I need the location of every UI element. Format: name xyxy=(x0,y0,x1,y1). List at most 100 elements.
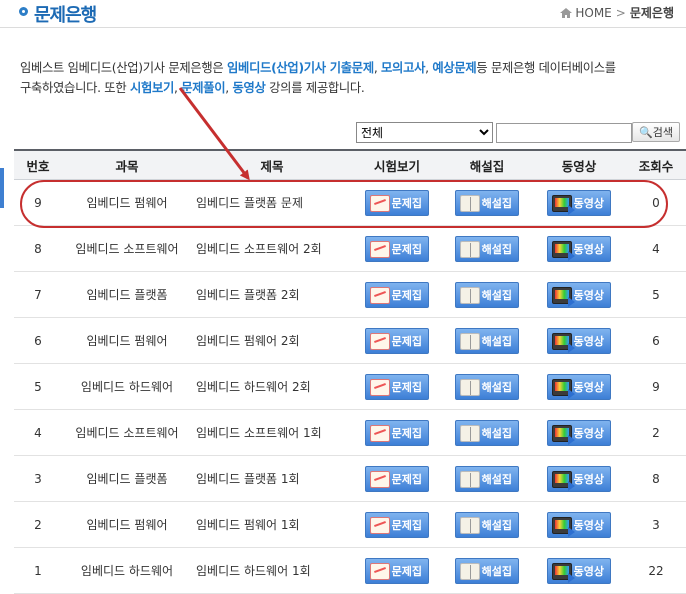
row-solution-cell: 해설집 xyxy=(442,179,532,226)
search-input[interactable] xyxy=(496,123,632,143)
row-title[interactable]: 임베디드 하드웨어 2회 xyxy=(192,363,352,410)
video-button[interactable]: 동영상 xyxy=(547,511,611,538)
row-views: 3 xyxy=(626,501,686,548)
row-views: 22 xyxy=(626,547,686,594)
row-exam-cell: 문제집 xyxy=(352,179,442,226)
row-video-cell: 동영상 xyxy=(532,547,626,594)
exam-button-label: 문제집 xyxy=(391,472,422,486)
table-row: 4 임베디드 소프트웨어 임베디드 소프트웨어 1회 문제집 해설집 동영상 2 xyxy=(14,409,686,456)
side-tab[interactable] xyxy=(0,168,4,208)
question-bank-table: 번호 과목 제목 시험보기 해설집 동영상 조회수 9 임베디드 펌웨어 임베디드 … xyxy=(14,149,686,594)
exam-button[interactable]: 문제집 xyxy=(365,327,429,354)
row-video-cell: 동영상 xyxy=(532,501,626,548)
video-button[interactable]: 동영상 xyxy=(547,281,611,308)
row-title[interactable]: 임베디드 소프트웨어 1회 xyxy=(192,409,352,456)
exam-button[interactable]: 문제집 xyxy=(365,281,429,308)
row-exam-cell: 문제집 xyxy=(352,547,442,594)
row-exam-cell: 문제집 xyxy=(352,501,442,548)
solution-button[interactable]: 해설집 xyxy=(455,327,519,354)
row-number: 2 xyxy=(14,501,62,548)
open-book-icon xyxy=(460,516,480,534)
open-book-icon xyxy=(460,332,480,350)
row-solution-cell: 해설집 xyxy=(442,501,532,548)
row-solution-cell: 해설집 xyxy=(442,317,532,364)
row-number: 7 xyxy=(14,271,62,318)
row-title[interactable]: 임베디드 펌웨어 1회 xyxy=(192,501,352,548)
video-button[interactable]: 동영상 xyxy=(547,557,611,584)
breadcrumb-home[interactable]: HOME xyxy=(575,6,611,20)
breadcrumb: HOME > 문제은행 xyxy=(560,4,674,21)
row-video-cell: 동영상 xyxy=(532,225,626,272)
row-exam-cell: 문제집 xyxy=(352,317,442,364)
circle-bullet-icon xyxy=(19,7,28,16)
home-icon xyxy=(560,8,573,18)
table-row: 7 임베디드 플랫폼 임베디드 플랫폼 2회 문제집 해설집 동영상 5 xyxy=(14,271,686,318)
intro-text-part: , xyxy=(373,61,382,75)
exam-button[interactable]: 문제집 xyxy=(365,373,429,400)
intro-text-part: 등 문제은행 데이터베이스를 xyxy=(476,61,616,75)
open-book-icon xyxy=(460,286,480,304)
solution-button[interactable]: 해설집 xyxy=(455,465,519,492)
video-button[interactable]: 동영상 xyxy=(547,327,611,354)
row-solution-cell: 해설집 xyxy=(442,409,532,456)
row-title[interactable]: 임베디드 플랫폼 2회 xyxy=(192,271,352,318)
breadcrumb-separator: > xyxy=(615,6,626,20)
header-no: 번호 xyxy=(14,149,62,180)
exam-button[interactable]: 문제집 xyxy=(365,557,429,584)
exam-button[interactable]: 문제집 xyxy=(365,465,429,492)
row-title[interactable]: 임베디드 하드웨어 1회 xyxy=(192,547,352,594)
row-video-cell: 동영상 xyxy=(532,179,626,226)
table-row: 5 임베디드 하드웨어 임베디드 하드웨어 2회 문제집 해설집 동영상 9 xyxy=(14,363,686,410)
exam-button[interactable]: 문제집 xyxy=(365,235,429,262)
exam-button[interactable]: 문제집 xyxy=(365,419,429,446)
solution-button[interactable]: 해설집 xyxy=(455,235,519,262)
row-exam-cell: 문제집 xyxy=(352,455,442,502)
row-subject: 임베디드 소프트웨어 xyxy=(62,409,192,456)
solution-button[interactable]: 해설집 xyxy=(455,281,519,308)
exam-button[interactable]: 문제집 xyxy=(365,189,429,216)
solution-button[interactable]: 해설집 xyxy=(455,511,519,538)
video-button[interactable]: 동영상 xyxy=(547,189,611,216)
row-video-cell: 동영상 xyxy=(532,317,626,364)
video-button-label: 동영상 xyxy=(573,426,604,440)
solution-button-label: 해설집 xyxy=(481,288,512,302)
solution-button[interactable]: 해설집 xyxy=(455,557,519,584)
row-title[interactable]: 임베디드 플랫폼 1회 xyxy=(192,455,352,502)
row-views: 8 xyxy=(626,455,686,502)
search-category-select[interactable]: 전체 xyxy=(356,122,493,143)
video-button[interactable]: 동영상 xyxy=(547,465,611,492)
open-book-icon xyxy=(460,562,480,580)
row-title[interactable]: 임베디드 펌웨어 2회 xyxy=(192,317,352,364)
table-row: 9 임베디드 펌웨어 임베디드 플랫폼 문제 문제집 해설집 동영상 0 xyxy=(14,179,686,226)
video-button-label: 동영상 xyxy=(573,288,604,302)
row-solution-cell: 해설집 xyxy=(442,363,532,410)
row-video-cell: 동영상 xyxy=(532,409,626,456)
row-subject: 임베디드 하드웨어 xyxy=(62,363,192,410)
row-solution-cell: 해설집 xyxy=(442,225,532,272)
solution-button-label: 해설집 xyxy=(481,334,512,348)
book-icon xyxy=(370,562,390,580)
row-video-cell: 동영상 xyxy=(532,271,626,318)
exam-button-label: 문제집 xyxy=(391,564,422,578)
row-title[interactable]: 임베디드 플랫폼 문제 xyxy=(192,179,352,226)
solution-button[interactable]: 해설집 xyxy=(455,419,519,446)
video-button[interactable]: 동영상 xyxy=(547,235,611,262)
search-icon: 🔍 xyxy=(639,126,653,139)
search-button[interactable]: 🔍검색 xyxy=(632,122,680,142)
solution-button[interactable]: 해설집 xyxy=(455,189,519,216)
table-row: 3 임베디드 플랫폼 임베디드 플랫폼 1회 문제집 해설집 동영상 8 xyxy=(14,455,686,502)
intro-text-part: 강의를 제공합니다. xyxy=(265,81,365,95)
solution-button-label: 해설집 xyxy=(481,564,512,578)
row-views: 9 xyxy=(626,363,686,410)
intro-highlight: 모의고사 xyxy=(381,61,426,75)
row-subject: 임베디드 플랫폼 xyxy=(62,271,192,318)
row-solution-cell: 해설집 xyxy=(442,271,532,318)
exam-button[interactable]: 문제집 xyxy=(365,511,429,538)
tv-icon xyxy=(552,194,575,215)
row-title[interactable]: 임베디드 소프트웨어 2회 xyxy=(192,225,352,272)
solution-button[interactable]: 해설집 xyxy=(455,373,519,400)
video-button[interactable]: 동영상 xyxy=(547,419,611,446)
open-book-icon xyxy=(460,424,480,442)
video-button[interactable]: 동영상 xyxy=(547,373,611,400)
book-icon xyxy=(370,424,390,442)
